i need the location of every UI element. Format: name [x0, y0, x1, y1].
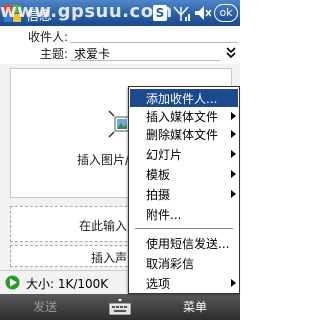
- s-indicator[interactable]: S: [153, 5, 167, 21]
- menu-item-label: 删除媒体文件: [146, 128, 219, 142]
- chevron-down-icon[interactable]: [225, 46, 237, 60]
- speaker-muted-icon[interactable]: [193, 3, 211, 23]
- message-size: 大小: 1K/100K: [26, 277, 109, 291]
- menu-item-label: 幻灯片: [146, 148, 183, 162]
- message-header: 收件人: 主题: 求爱卡: [0, 26, 240, 64]
- send-softkey[interactable]: 发送: [0, 294, 90, 320]
- insert-picture-label: 插入图片/: [77, 153, 130, 167]
- subject-label: 主题:: [40, 47, 69, 61]
- menu-item-add-recipient[interactable]: 添加收件人...: [130, 89, 238, 107]
- submenu-arrow-icon: [231, 130, 236, 138]
- to-field[interactable]: [70, 42, 238, 43]
- title-bar: 信息 www.gpsuu.com S ok: [0, 0, 240, 26]
- menu-softkey[interactable]: 菜单: [150, 294, 240, 320]
- menu-item-capture[interactable]: 拍摄: [130, 185, 238, 203]
- menu-item-label: 使用短信发送...: [146, 237, 230, 251]
- play-icon[interactable]: [5, 275, 20, 290]
- submenu-arrow-icon: [231, 112, 236, 120]
- menu-item-label: 附件...: [146, 208, 182, 222]
- menu-item-label: 添加收件人...: [146, 92, 218, 106]
- insert-sound-label: 插入声: [91, 251, 128, 265]
- insert-text-label: 在此输入: [79, 219, 128, 233]
- menu-item-template[interactable]: 模板: [130, 165, 238, 183]
- submenu-arrow-icon: [231, 190, 236, 198]
- context-menu: 添加收件人... 插入媒体文件 删除媒体文件 幻灯片 模板 拍摄 附件... 使…: [128, 86, 240, 294]
- menu-separator: [135, 228, 233, 229]
- submenu-arrow-icon: [231, 279, 236, 287]
- menu-item-label: 模板: [146, 168, 171, 182]
- menu-item-label: 取消彩信: [146, 257, 195, 271]
- submenu-arrow-icon: [231, 170, 236, 178]
- menu-item-delete-media[interactable]: 删除媒体文件: [130, 125, 238, 143]
- watermark: www.gpsuu.com: [0, 1, 173, 22]
- subject-underline: [70, 60, 220, 61]
- menu-item-label: 选项: [146, 277, 171, 291]
- menu-item-label: 拍摄: [146, 188, 171, 202]
- menu-item-send-as-sms[interactable]: 使用短信发送...: [130, 234, 238, 252]
- menu-item-cancel-mms[interactable]: 取消彩信: [130, 254, 238, 272]
- to-label: 收件人:: [28, 30, 69, 44]
- signal-icon[interactable]: [172, 3, 190, 23]
- ok-button[interactable]: ok: [214, 4, 238, 22]
- softkey-bar: 发送 菜单: [0, 294, 240, 320]
- submenu-arrow-icon: [231, 150, 236, 158]
- menu-item-options[interactable]: 选项: [130, 274, 238, 292]
- menu-item-label: 插入媒体文件: [146, 110, 219, 124]
- menu-item-insert-media[interactable]: 插入媒体文件: [130, 107, 238, 125]
- keyboard-icon[interactable]: [108, 298, 132, 316]
- menu-item-attachment[interactable]: 附件...: [130, 205, 238, 223]
- menu-item-slides[interactable]: 幻灯片: [130, 145, 238, 163]
